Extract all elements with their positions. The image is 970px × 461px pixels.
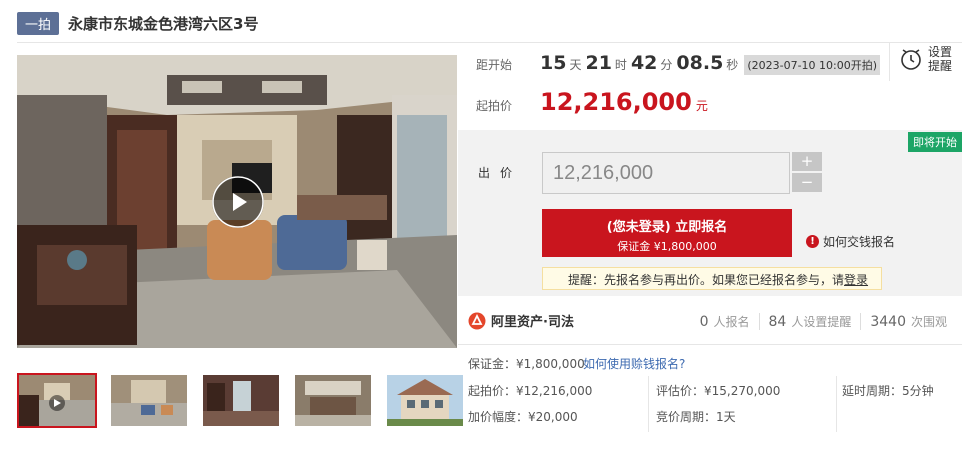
auction-round-badge: 一拍 xyxy=(17,11,60,35)
set-reminder-line2: 提醒 xyxy=(928,59,953,73)
thumbnail-5[interactable] xyxy=(385,373,465,428)
page-title: 永康市东城金色港湾六区3号 xyxy=(68,14,259,33)
thumbnail-image xyxy=(387,375,463,426)
set-reminder-line1: 设置 xyxy=(928,45,953,59)
countdown-days: 15 xyxy=(540,52,567,74)
thumbnail-2[interactable] xyxy=(109,373,189,428)
detail-divider xyxy=(648,376,649,432)
auction-stats: 0 人报名 84 人设置提醒 3440 次围观 xyxy=(691,313,956,330)
bid-cycle-info: 竞价周期：1天 xyxy=(656,410,736,424)
appraisal-info: 评估价：¥15,270,000 xyxy=(656,384,781,398)
stat-reminders: 84 人设置提醒 xyxy=(758,313,861,330)
start-price-label: 起拍价 xyxy=(476,99,513,113)
signup-deposit-label: 保证金 ¥1,800,000 xyxy=(617,240,717,253)
login-link[interactable]: 登录 xyxy=(844,273,868,287)
remind-divider xyxy=(889,43,890,81)
countdown-minutes: 42 xyxy=(630,52,658,74)
alarm-clock-icon xyxy=(901,49,921,70)
countdown-hours-unit: 时 xyxy=(614,58,627,72)
auction-details: 保证金：¥1,800,000 如何使用赊钱报名? 起拍价：¥12,216,000… xyxy=(458,348,962,438)
thumbnail-4[interactable] xyxy=(293,373,373,428)
header: 一拍 永康市东城金色港湾六区3号 xyxy=(17,10,962,36)
stat-label: 人报名 xyxy=(713,315,750,329)
decrease-bid-button[interactable]: − xyxy=(792,173,822,192)
delay-info: 延时周期：5分钟 xyxy=(842,384,934,398)
signup-button-label: (您未登录) 立即报名 xyxy=(606,220,728,235)
login-notice: 提醒：先报名参与再出价。如果您已经报名参与，请登录 xyxy=(542,267,882,290)
bid-label: 出价 xyxy=(478,166,523,180)
set-reminder-label: 设置 提醒 xyxy=(928,45,952,73)
how-to-pay-label: 如何交钱报名 xyxy=(823,235,896,249)
countdown-hours: 21 xyxy=(585,52,612,74)
status-badge: 即将开始 xyxy=(908,132,962,152)
deposit-info: 保证金：¥1,800,000 xyxy=(468,357,585,371)
thumbnail-image xyxy=(111,375,187,426)
ali-asset-logo-icon xyxy=(468,312,486,329)
detail-divider xyxy=(836,376,837,432)
brand-stats-row: 阿里资产·司法 0 人报名 84 人设置提醒 3440 次围观 xyxy=(458,297,962,345)
increase-bid-button[interactable]: + xyxy=(792,152,822,171)
thumbnail-image xyxy=(203,375,279,426)
countdown-row: 距开始 15 天 21 时 42 分 08.5 秒 (2023-07-10 10… xyxy=(476,52,881,75)
stat-num: 3440 xyxy=(870,314,906,330)
stat-label: 次围观 xyxy=(910,315,947,329)
signup-button[interactable]: (您未登录) 立即报名 保证金 ¥1,800,000 xyxy=(542,209,792,257)
stat-label: 人设置提醒 xyxy=(791,315,852,329)
start-price-row: 起拍价 12,216,000 元 xyxy=(476,88,708,116)
countdown-minutes-unit: 分 xyxy=(660,58,673,72)
main-photo-video[interactable] xyxy=(17,55,457,348)
play-icon xyxy=(212,176,264,228)
stat-num: 84 xyxy=(768,314,787,330)
countdown-seconds-unit: 秒 xyxy=(726,58,739,72)
stat-views: 3440 次围观 xyxy=(860,313,956,330)
play-video-button[interactable] xyxy=(212,176,264,228)
notice-text: 提醒：先报名参与再出价。如果您已经报名参与，请 xyxy=(568,273,845,287)
countdown-seconds: 08.5 xyxy=(676,52,724,74)
auction-info: 距开始 15 天 21 时 42 分 08.5 秒 (2023-07-10 10… xyxy=(458,43,962,129)
thumbnail-image xyxy=(19,375,95,426)
thumbnail-1[interactable] xyxy=(17,373,97,428)
start-price-value: 12,216,000 xyxy=(540,88,692,116)
bid-amount-input[interactable]: 12,216,000 xyxy=(542,152,790,194)
brand-name: 阿里资产·司法 xyxy=(491,315,574,330)
how-to-pay-link[interactable]: ! 如何交钱报名 xyxy=(806,233,895,250)
countdown-days-unit: 天 xyxy=(569,58,582,72)
stat-num: 0 xyxy=(699,314,709,330)
countdown-label: 距开始 xyxy=(476,58,513,72)
deposit-link[interactable]: 如何使用赊钱报名? xyxy=(583,355,685,372)
start-time: (2023-07-10 10:00开拍) xyxy=(744,55,881,75)
start-price-unit: 元 xyxy=(695,99,708,113)
start-price-info: 起拍价：¥12,216,000 xyxy=(468,384,593,398)
thumbnail-strip xyxy=(17,373,465,428)
thumbnail-3[interactable] xyxy=(201,373,281,428)
increment-info: 加价幅度：¥20,000 xyxy=(468,410,578,424)
set-reminder-button[interactable]: 设置 提醒 xyxy=(900,41,960,77)
bid-panel: 即将开始 出价 12,216,000 + − (您未登录) 立即报名 保证金 ¥… xyxy=(458,130,962,296)
info-icon: ! xyxy=(806,235,819,248)
brand: 阿里资产·司法 xyxy=(468,311,574,330)
stat-signups: 0 人报名 xyxy=(691,313,759,330)
thumbnail-image xyxy=(295,375,371,426)
